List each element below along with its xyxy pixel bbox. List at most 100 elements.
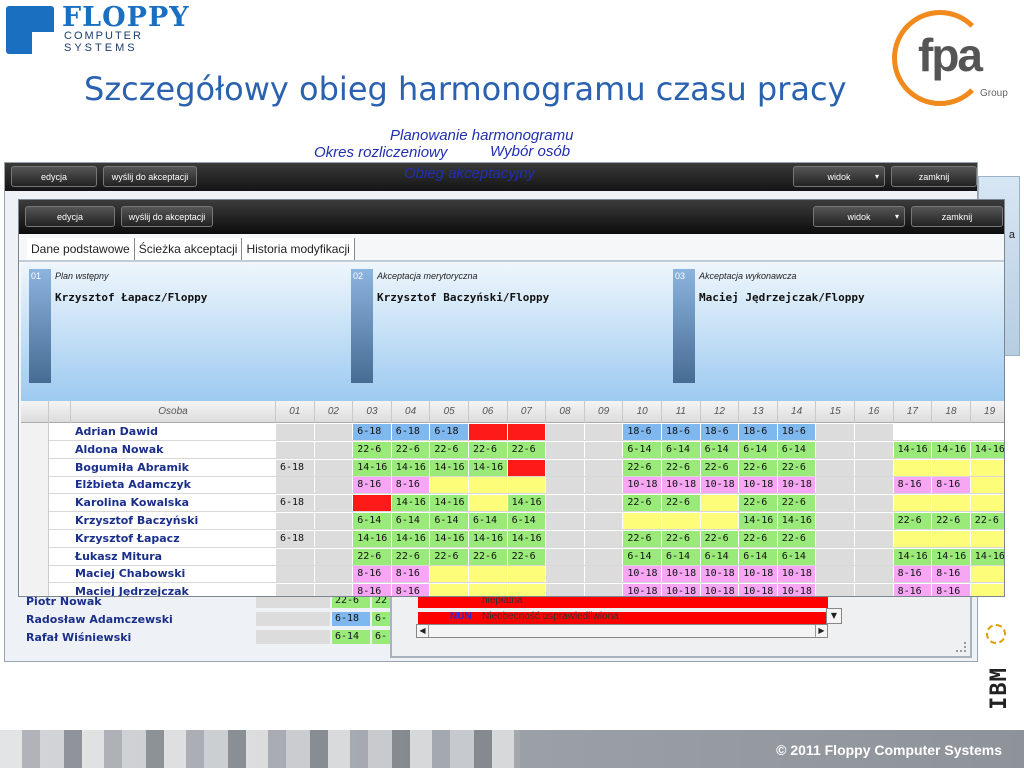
shift-cell[interactable] <box>276 513 314 529</box>
shift-cell[interactable] <box>816 584 854 596</box>
shift-cell[interactable] <box>314 530 353 547</box>
shift-cell[interactable]: 18-6 <box>700 424 739 440</box>
shift-cell[interactable] <box>276 477 314 494</box>
shift-cell[interactable] <box>546 424 584 440</box>
shift-cell[interactable] <box>816 495 854 512</box>
shift-cell[interactable] <box>971 424 1004 440</box>
grid-header-day[interactable]: 14 <box>778 401 817 423</box>
shift-cell[interactable] <box>507 477 546 494</box>
shift-cell[interactable] <box>855 513 893 529</box>
shift-cell[interactable]: 14-16 <box>391 530 430 547</box>
shift-cell[interactable]: 6-14 <box>391 513 430 529</box>
shift-cell[interactable]: 10-18 <box>662 584 700 596</box>
shift-cell[interactable]: 14-16 <box>970 548 1004 565</box>
shift-cell[interactable] <box>623 513 661 529</box>
shift-cell[interactable] <box>700 513 739 529</box>
shift-cell[interactable] <box>276 424 314 440</box>
shift-cell[interactable]: 22-6 <box>739 495 777 512</box>
shift-cell[interactable]: 8-16 <box>353 584 391 596</box>
person-name[interactable]: Maciej Jędrzejczak <box>75 585 189 596</box>
shift-cell[interactable] <box>816 477 854 494</box>
absence-row[interactable]: niepłatna <box>418 595 828 608</box>
bg-edit-button[interactable]: edycja <box>11 166 97 187</box>
shift-cell[interactable] <box>970 584 1004 596</box>
shift-cell[interactable] <box>546 495 584 512</box>
shift-cell[interactable]: 6-14 <box>430 513 468 529</box>
shift-cell[interactable]: 22-6 <box>469 441 507 458</box>
shift-cell[interactable] <box>662 513 700 529</box>
shift-cell[interactable]: 18-6 <box>623 424 661 440</box>
shift-cell[interactable]: 22-6 <box>739 459 777 476</box>
shift-cell[interactable]: 6-14 <box>777 441 816 458</box>
edit-button[interactable]: edycja <box>25 206 115 227</box>
shift-cell[interactable]: 14-16 <box>932 548 970 565</box>
shift-cell[interactable]: 10-18 <box>739 566 777 583</box>
grid-header-person[interactable]: Osoba <box>71 401 276 423</box>
shift-cell[interactable]: 6-14 <box>700 441 739 458</box>
shift-cell[interactable]: 22-6 <box>893 513 932 529</box>
person-name[interactable]: Bogumiła Abramik <box>75 461 189 474</box>
shift-cell[interactable]: 6-14 <box>777 548 816 565</box>
shift-cell[interactable]: 22-6 <box>353 441 391 458</box>
shift-cell[interactable]: 22-6 <box>430 441 468 458</box>
shift-cell[interactable]: 22-6 <box>623 495 661 512</box>
shift-cell[interactable] <box>855 441 893 458</box>
shift-cell[interactable]: 6-14 <box>739 548 777 565</box>
shift-cell[interactable]: 22-6 <box>739 530 777 547</box>
grid-header-day[interactable]: 01 <box>276 401 315 423</box>
shift-cell[interactable]: 10-18 <box>623 584 661 596</box>
close-button[interactable]: zamknij <box>911 206 1003 227</box>
shift-cell[interactable] <box>314 441 353 458</box>
shift-cell[interactable]: 6-18 <box>353 424 391 440</box>
shift-cell[interactable] <box>314 548 353 565</box>
shift-cell[interactable]: 14-16 <box>893 441 932 458</box>
send-for-approval-button[interactable]: wyślij do akceptacji <box>121 206 213 227</box>
shift-cell[interactable] <box>932 530 970 547</box>
person-name[interactable]: Adrian Dawid <box>75 425 158 438</box>
shift-cell[interactable] <box>430 566 468 583</box>
shift-cell[interactable] <box>584 495 623 512</box>
table-row[interactable]: Karolina Kowalska 6-18 14-16 14-16 14-16 22-6… <box>21 494 1004 513</box>
shift-cell[interactable] <box>469 424 507 440</box>
shift-cell[interactable] <box>546 513 584 529</box>
shift-cell[interactable]: 6-14 <box>623 548 661 565</box>
shift-cell[interactable]: 8-16 <box>391 477 430 494</box>
grid-header-day[interactable]: 10 <box>623 401 662 423</box>
scroll-right-icon[interactable]: ▶ <box>815 625 827 637</box>
shift-cell[interactable]: 6-14 <box>353 513 391 529</box>
shift-cell[interactable] <box>430 584 468 596</box>
shift-cell[interactable]: 22-6 <box>623 459 661 476</box>
person-name[interactable]: Aldona Nowak <box>75 443 163 456</box>
shift-cell[interactable]: 6-14 <box>623 441 661 458</box>
shift-cell[interactable]: 6-14 <box>662 548 700 565</box>
table-row[interactable]: Krzysztof Baczyński 6-14 6-14 6-14 6-14 6-14 1… <box>21 512 1004 530</box>
shift-cell[interactable] <box>276 441 314 458</box>
bg-send-button[interactable]: wyślij do akceptacji <box>103 166 197 187</box>
shift-cell[interactable]: 14-16 <box>430 459 468 476</box>
person-name[interactable]: Radosław Adamczewski <box>26 613 173 626</box>
resize-grip-icon[interactable] <box>956 642 966 652</box>
shift-cell[interactable]: 6-14 <box>700 548 739 565</box>
absence-row[interactable]: NUN Nieobecność usprawiedliwiona <box>418 611 826 624</box>
shift-cell[interactable]: 6-14 <box>469 513 507 529</box>
shift-cell[interactable]: 8-16 <box>353 566 391 583</box>
shift-cell[interactable] <box>469 477 507 494</box>
shift-cell[interactable] <box>816 530 854 547</box>
shift-cell[interactable] <box>970 459 1004 476</box>
grid-header-day[interactable]: 17 <box>894 401 933 423</box>
shift-cell[interactable]: 22-6 <box>777 495 816 512</box>
shift-cell[interactable]: 22-6 <box>469 548 507 565</box>
shift-cell[interactable]: 8-16 <box>893 477 932 494</box>
shift-cell[interactable]: 22-6 <box>970 513 1004 529</box>
grid-header-day[interactable]: 08 <box>546 401 585 423</box>
shift-cell[interactable]: 14-16 <box>391 459 430 476</box>
shift-cell[interactable] <box>970 530 1004 547</box>
shift-cell[interactable]: 14-16 <box>932 441 970 458</box>
shift-cell[interactable]: 10-18 <box>777 566 816 583</box>
shift-cell[interactable]: 6-18 <box>332 612 370 626</box>
shift-cell[interactable]: 10-18 <box>700 566 739 583</box>
person-name[interactable]: Krzysztof Łapacz <box>75 532 180 545</box>
shift-cell[interactable]: 6-14 <box>332 630 370 644</box>
shift-cell[interactable] <box>314 495 353 512</box>
shift-cell[interactable] <box>314 584 353 596</box>
